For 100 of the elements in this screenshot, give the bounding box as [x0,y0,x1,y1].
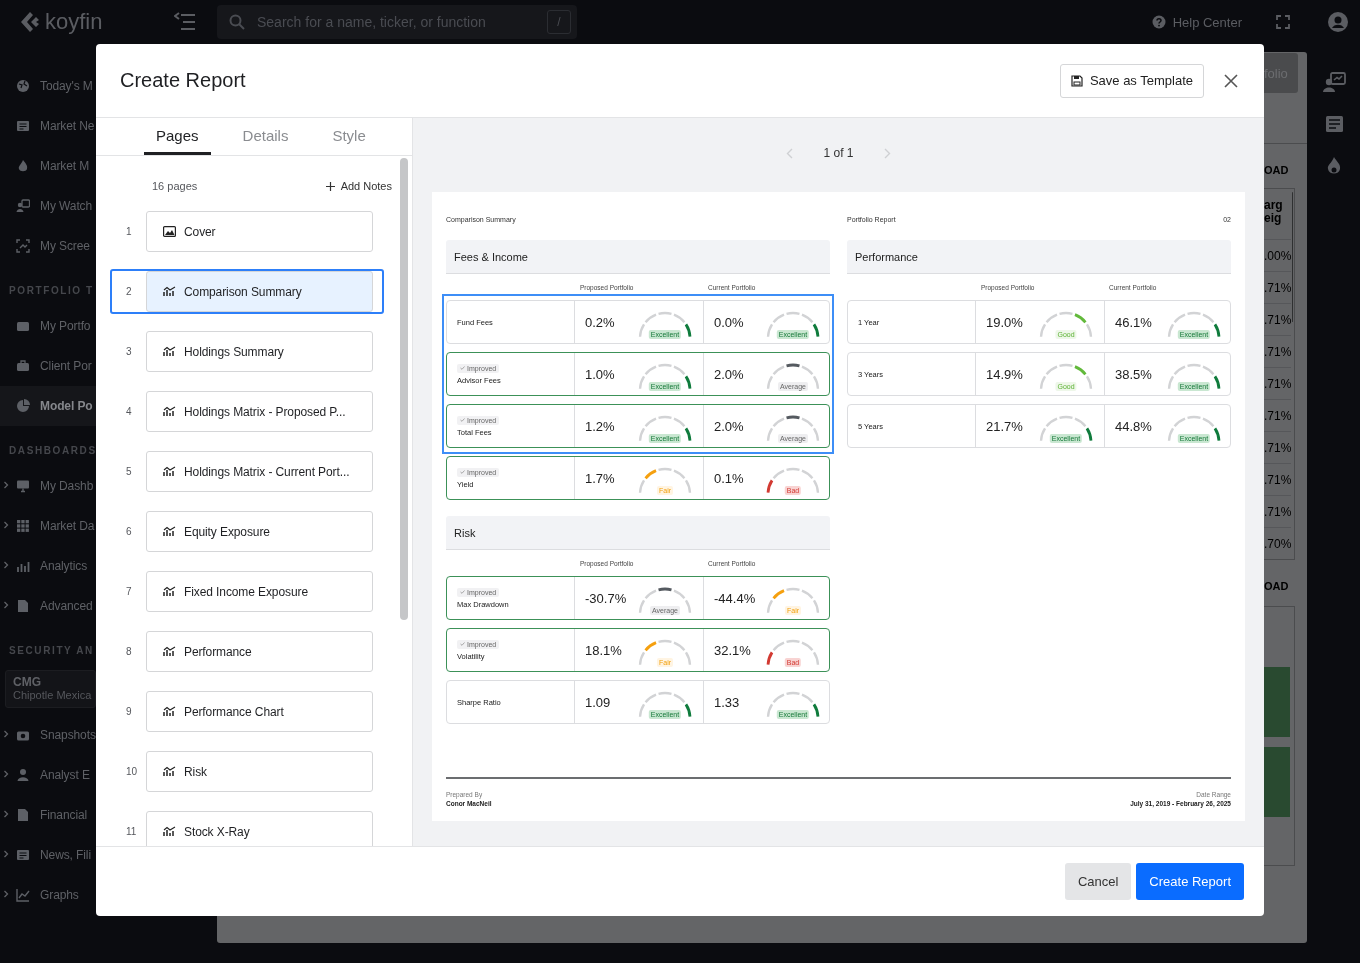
page-card[interactable]: Fixed Income Exposure [146,571,373,612]
metric-value: 21.7% [986,418,1023,434]
chevron-icon[interactable] [2,481,10,489]
avatar-icon[interactable] [1328,12,1348,32]
metric-value: 0.1% [714,470,744,486]
create-report-button[interactable]: Create Report [1136,863,1244,900]
chevron-icon[interactable] [2,770,10,778]
cancel-button[interactable]: Cancel [1064,863,1132,900]
page-number: 1 [126,226,133,237]
chevron-icon[interactable] [2,601,10,609]
flame-icon [16,159,30,173]
page-item[interactable]: 11 Stock X-Ray [110,809,384,846]
page-card[interactable]: Stock X-Ray [146,811,373,846]
page-number: 8 [126,646,133,657]
check-icon [460,470,465,474]
check-icon [460,418,465,422]
plus-icon [325,181,335,191]
metric-value: 44.8% [1115,418,1152,434]
page-card[interactable]: Performance Chart [146,691,373,732]
section-header: Fees & Income [446,240,830,274]
metric-value: 2.0% [714,366,744,382]
chart-icon [163,526,176,537]
check-icon [460,366,465,370]
tab[interactable]: Pages [144,118,211,155]
image-icon [163,226,176,237]
add-notes-button[interactable]: Add Notes [325,180,392,192]
page-card[interactable]: Holdings Summary [146,331,373,372]
page-number: 3 [126,346,133,357]
dialog-title: Create Report [120,69,247,92]
metric-value: 32.1% [714,642,751,658]
person-chart-icon [16,199,30,213]
chart-bar [1264,667,1290,737]
metric-value: 19.0% [986,314,1023,330]
next-button[interactable] [883,147,891,159]
page-item[interactable]: 7 Fixed Income Exposure [110,569,384,614]
metric-value: 1.33 [714,694,740,710]
page-card[interactable]: Risk [146,751,373,792]
page-card[interactable]: Cover [146,211,373,252]
page-card[interactable]: Holdings Matrix - Proposed P... [146,391,373,432]
column-header: arg eig [1264,197,1284,227]
page-card[interactable]: Holdings Matrix - Current Port... [146,451,373,492]
save-template-button[interactable]: Save as Template [1059,63,1204,98]
chevron-icon[interactable] [2,521,10,529]
page-item[interactable]: 8 Performance [110,629,384,674]
document-icon [16,808,30,822]
newspaper-icon[interactable] [1323,115,1344,133]
chevron-icon[interactable] [2,561,10,569]
page-item[interactable]: 6 Equity Exposure [110,509,384,554]
page-number: 5 [126,466,133,477]
page-card[interactable]: Performance [146,631,373,672]
chevron-icon[interactable] [2,810,10,818]
page-card[interactable]: Equity Exposure [146,511,373,552]
scrollbar[interactable] [400,158,408,620]
menu-icon[interactable] [173,12,196,32]
chevron-right-icon [883,147,891,159]
page-item[interactable]: 9 Performance Chart [110,689,384,734]
previous-button[interactable] [786,147,794,159]
close-icon [1224,73,1238,88]
chevron-icon[interactable] [2,850,10,858]
chevron-left-icon [786,147,794,159]
section-header: Risk [446,516,830,550]
section-heading: SECURITY AN [8,643,95,658]
page-number: 6 [126,526,133,537]
metric-value: 46.1% [1115,314,1152,330]
grid-icon [16,519,30,533]
chevron-icon[interactable] [2,890,10,898]
page-card[interactable]: Comparison Summary [146,271,373,312]
section-heading: OAD [1264,580,1290,594]
chevron-icon[interactable] [2,730,10,738]
shortcut-key: / [547,10,571,34]
line-chart-icon [16,888,30,902]
check-icon [460,642,465,646]
search-icon [229,14,245,30]
close-button[interactable] [1222,71,1240,90]
flame-icon[interactable] [1325,156,1342,176]
person-chart-icon[interactable] [1321,72,1346,92]
check-icon [460,590,465,594]
metric-value: 1.0% [585,366,615,382]
pie-icon [16,399,30,413]
globe-icon [16,79,30,93]
page-item[interactable]: 2 Comparison Summary [110,269,384,314]
page-number: 4 [126,406,133,417]
metric-value: 1.09 [585,694,611,710]
page-item[interactable]: 1 Cover [110,209,384,254]
newspaper-icon [16,119,30,133]
chart-icon [163,766,176,777]
briefcase-icon [16,359,30,373]
metric-value: 2.0% [714,418,744,434]
page-number: 9 [126,706,133,717]
page-item[interactable]: 3 Holdings Summary [110,329,384,374]
section-heading: OAD [1264,164,1290,178]
nav-item[interactable]: Model Po [0,386,96,426]
chart-icon [163,826,176,837]
page-number: 11 [126,826,138,837]
page-item[interactable]: 5 Holdings Matrix - Current Port... [110,449,384,494]
page-number: 7 [126,586,133,597]
page-item[interactable]: 4 Holdings Matrix - Proposed P... [110,389,384,434]
page-item[interactable]: 10 Risk [110,749,384,794]
expand-icon[interactable] [1276,15,1290,29]
help-icon [1151,15,1166,29]
